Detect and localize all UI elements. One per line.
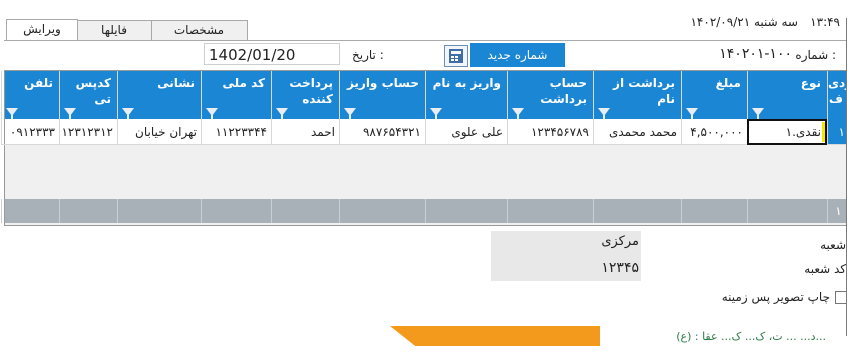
col-header-label: نشانی	[157, 76, 195, 90]
filter-icon[interactable]	[206, 108, 218, 120]
filter-icon[interactable]	[344, 108, 356, 120]
branch-code-label: کد شعبه	[804, 262, 846, 276]
tab-specs[interactable]: مشخصات	[150, 20, 248, 40]
grid-total-row: ۱	[1, 199, 849, 223]
col-header-phone[interactable]: تلفن	[1, 71, 59, 120]
grid-header: ردی ف نوع مبلغ برداشت از نام حساب برداشت واری…	[1, 71, 852, 120]
col-header-type[interactable]: نوع	[747, 71, 827, 120]
cell-phone[interactable]: ۰۹۱۲۳۳۳	[1, 119, 59, 145]
col-header-label: کدپس تی	[75, 76, 111, 106]
cell-withdraw-account[interactable]: ۱۲۳۴۵۶۷۸۹	[507, 119, 593, 145]
col-header-label: تلفن	[24, 76, 53, 90]
total-cell	[681, 199, 747, 223]
filter-icon[interactable]	[752, 108, 764, 120]
filter-icon[interactable]	[686, 108, 698, 120]
filter-icon[interactable]	[512, 108, 524, 120]
torn-bottom-edge	[0, 344, 856, 362]
col-header-label: واریز به نام	[432, 76, 501, 90]
clock-time: ۱۳:۴۹	[810, 15, 840, 29]
branch-code-value: ۱۲۳۴۵	[601, 260, 639, 276]
total-cell	[271, 199, 339, 223]
col-header-label: برداشت از نام	[613, 76, 675, 106]
orange-banner	[390, 326, 600, 346]
total-cell	[425, 199, 507, 223]
total-cell	[507, 199, 593, 223]
total-cell	[117, 199, 201, 223]
transactions-grid: ردی ف نوع مبلغ برداشت از نام حساب برداشت واری…	[1, 70, 852, 226]
col-header-label: پرداخت کننده	[289, 76, 333, 106]
col-header-payer[interactable]: پرداخت کننده	[271, 71, 339, 120]
total-cell	[593, 199, 681, 223]
col-header-postal-code[interactable]: کدپس تی	[59, 71, 117, 120]
total-cell	[339, 199, 425, 223]
col-header-withdraw-account[interactable]: حساب برداشت	[507, 71, 593, 120]
cell-national-code[interactable]: ۱۱۲۲۳۳۴۴	[201, 119, 271, 145]
col-header-label: نوع	[800, 76, 821, 90]
filter-icon[interactable]	[430, 108, 442, 120]
detail-panel	[4, 226, 850, 322]
cell-address[interactable]: تهران خیابان	[117, 119, 201, 145]
right-border	[846, 18, 847, 336]
col-header-national-code[interactable]: کد ملی	[201, 71, 271, 120]
date-field[interactable]: 1402/01/20	[204, 43, 340, 65]
col-header-deposit-account[interactable]: حساب واریز	[339, 71, 425, 120]
col-header-label: کد ملی	[222, 76, 265, 90]
filter-icon[interactable]	[6, 108, 18, 120]
filter-icon[interactable]	[122, 108, 134, 120]
cell-withdraw-name[interactable]: محمد محمدی	[593, 119, 681, 145]
filter-icon[interactable]	[276, 108, 288, 120]
cell-postal-code[interactable]: ۱۲۳۱۲۳۱۲	[59, 119, 117, 145]
right-edge	[846, 0, 856, 362]
edit-cursor	[822, 122, 825, 142]
col-header-address[interactable]: نشانی	[117, 71, 201, 120]
bottom-text: (ع) : د... ... ت، ک... ک... عقا...	[676, 330, 826, 343]
current-date: سه شنبه ۱۴۰۲/۰۹/۲۱	[690, 15, 798, 29]
col-header-label: حساب واریز	[346, 76, 419, 90]
new-number-button[interactable]: شماره جدید	[470, 43, 565, 67]
col-header-label: حساب برداشت	[540, 76, 587, 106]
calculator-icon[interactable]	[444, 45, 468, 67]
col-header-deposit-name[interactable]: واریز به نام	[425, 71, 507, 120]
total-cell	[1, 199, 59, 223]
filter-icon[interactable]	[64, 108, 76, 120]
table-row[interactable]: ۱ ۱.نقدی ۴,۵۰۰,۰۰۰ محمد محمدی ۱۲۳۴۵۶۷۸۹ علی ع…	[1, 119, 849, 145]
bg-print-label: چاپ تصویر پس زمینه	[721, 290, 830, 304]
tab-files[interactable]: فایلها	[76, 20, 152, 40]
branch-value: مرکزی	[601, 234, 639, 249]
total-cell	[59, 199, 117, 223]
col-header-withdraw-name[interactable]: برداشت از نام	[593, 71, 681, 120]
tab-edit[interactable]: ویرایش	[6, 19, 78, 41]
date-label: تاریخ :	[352, 48, 384, 62]
number-label: شماره :	[795, 48, 836, 62]
branch-label: شعبه	[820, 238, 846, 252]
status-bar: ۱۳:۴۹ سه شنبه ۱۴۰۲/۰۹/۲۱	[0, 0, 856, 29]
total-cell	[201, 199, 271, 223]
cell-deposit-account[interactable]: ۹۸۷۶۵۴۳۲۱	[339, 119, 425, 145]
col-header-amount[interactable]: مبلغ	[681, 71, 747, 120]
cell-deposit-name[interactable]: علی علوی	[425, 119, 507, 145]
col-header-label: مبلغ	[715, 76, 741, 90]
filter-icon[interactable]	[598, 108, 610, 120]
tab-strip: مشخصات فایلها ویرایش	[6, 19, 248, 41]
total-cell	[747, 199, 827, 223]
cell-amount[interactable]: ۴,۵۰۰,۰۰۰	[681, 119, 747, 145]
cell-type[interactable]: ۱.نقدی	[747, 119, 827, 145]
cell-payer[interactable]: احمد	[271, 119, 339, 145]
